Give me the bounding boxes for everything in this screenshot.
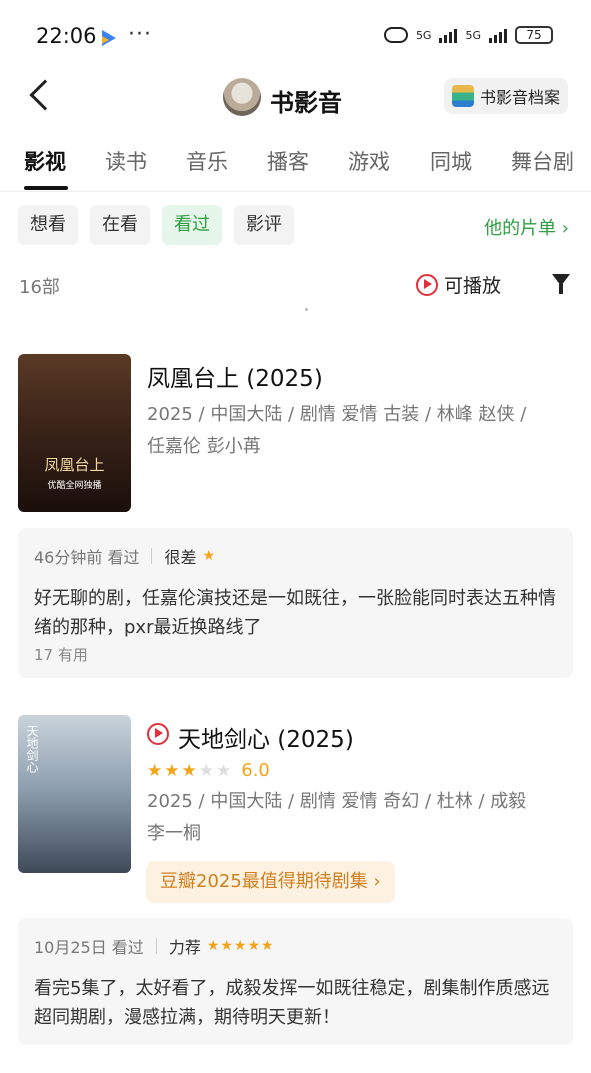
link-icon [383,27,408,43]
filter-watched[interactable]: 看过 [162,205,222,245]
playable-filter[interactable]: 可播放 [416,271,501,298]
star-icon: ★ [147,760,163,781]
back-icon[interactable] [29,79,61,111]
network-label-2: 5G [465,28,481,42]
filter-watching[interactable]: 在看 [90,205,150,245]
tab-games[interactable]: 游戏 [348,146,390,176]
poster-image[interactable]: 凤凰台上 优酷全网独播 [18,354,131,512]
category-tabs: 影视 读书 音乐 播客 游戏 同城 舞台剧 [0,146,591,192]
status-time: 22:06 [36,24,97,48]
chevron-right-icon: › [556,218,569,239]
archive-icon [452,85,474,107]
status-bar: 22:06 ··· 5G 5G 75 [0,0,591,76]
poster-title: 凤凰台上 [44,456,105,474]
play-icon [416,273,438,296]
nav-bar: 书影音 书影音档案 [0,76,591,120]
item-count: 16部 [19,277,60,298]
item-meta-2: 任嘉伦 彭小苒 [147,436,261,457]
rating: ★ ★ ★ ★ ★ 6.0 [147,760,270,781]
archive-button[interactable]: 书影音档案 [444,78,568,114]
page-title: 书影音 [270,89,342,117]
tab-podcasts[interactable]: 播客 [267,146,309,176]
playable-label: 可播放 [444,275,502,297]
status-filters: 想看 在看 看过 影评 [18,205,294,245]
review-body: 看完5集了，太好看了，成毅发挥一如既往稳定，剧集制作质感远超同期剧，漫感拉满，期… [34,978,550,1028]
archive-label: 书影音档案 [480,88,561,107]
play-store-icon [102,30,116,46]
item-title[interactable]: 凤凰台上 (2025) [147,359,323,393]
active-tab-indicator [24,186,68,190]
battery-icon: 75 [515,26,553,44]
review-verdict: 很差 [164,548,197,567]
review-useful-count[interactable]: 17 有用 [34,644,88,665]
tab-books[interactable]: 读书 [105,146,147,176]
signal-icon-2 [489,27,507,43]
item-title[interactable]: 天地剑心 (2025) [178,720,354,754]
filter-want[interactable]: 想看 [18,205,78,245]
divider [151,548,153,564]
status-icons: 5G 5G 75 [383,26,553,44]
tab-music[interactable]: 音乐 [186,146,228,176]
divider-dot [305,308,308,311]
review-header: 46分钟前 看过 很差 ★ [34,544,216,568]
signal-icon [439,27,458,43]
douban-award-badge[interactable]: 豆瓣2025最值得期待剧集 › [146,861,395,903]
divider [155,938,157,954]
filter-reviews[interactable]: 影评 [234,205,294,245]
star-icon: ★ [198,760,214,781]
review-stars: ★★★★★ [206,938,275,954]
review-header: 10月25日 看过 力荐 ★★★★★ [34,934,275,958]
review-stars: ★ [202,548,217,564]
item-meta: 2025 / 中国大陆 / 剧情 爱情 古装 / 林峰 赵侠 / [147,404,527,425]
item-meta-2: 李一桐 [147,823,201,844]
filter-icon[interactable] [552,274,570,294]
star-icon: ★ [216,760,232,781]
review-verdict: 力荐 [168,938,201,957]
more-notifications-icon: ··· [128,22,152,47]
play-icon[interactable] [147,723,169,745]
poster-image[interactable]: 天地剑心 [18,715,131,873]
star-icon: ★ [181,760,197,781]
item-meta: 2025 / 中国大陆 / 剧情 爱情 奇幻 / 杜林 / 成毅 [147,791,527,812]
review-time: 10月25日 看过 [34,938,144,957]
review-card[interactable]: 10月25日 看过 力荐 ★★★★★ 看完5集了，太好看了，成毅发挥一如既往稳定… [18,918,573,1045]
poster-title: 天地剑心 [25,725,39,773]
review-body: 好无聊的剧，任嘉伦演技还是一如既往，一张脸能同时表达五种情绪的那种，pxr最近换… [34,588,556,638]
his-list-link[interactable]: 他的片单 › [484,214,569,240]
poster-subtitle: 优酷全网独播 [47,481,102,491]
tab-stage[interactable]: 舞台剧 [511,146,574,176]
avatar[interactable] [223,78,261,116]
star-icon: ★ [164,760,180,781]
review-time: 46分钟前 看过 [34,548,140,567]
chevron-right-icon: › [367,871,381,892]
his-list-label: 他的片单 [484,218,557,239]
review-card[interactable]: 46分钟前 看过 很差 ★ 好无聊的剧，任嘉伦演技还是一如既往，一张脸能同时表达… [18,528,573,678]
tab-movies[interactable]: 影视 [24,146,66,176]
tab-local[interactable]: 同城 [430,146,472,176]
badge-label: 豆瓣2025最值得期待剧集 [160,871,368,892]
network-label: 5G [415,28,432,42]
rating-value: 6.0 [241,760,270,781]
